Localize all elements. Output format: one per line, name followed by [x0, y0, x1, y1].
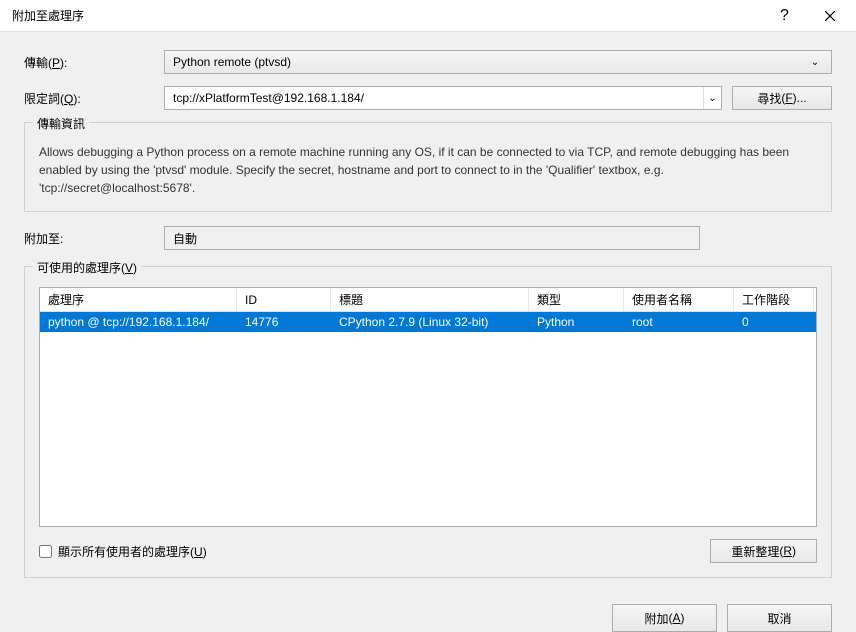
- transport-info-text: Allows debugging a Python process on a r…: [39, 143, 817, 197]
- transport-row: 傳輸(P): Python remote (ptvsd) ⌄: [24, 50, 832, 74]
- table-body: python @ tcp://192.168.1.184/ 14776 CPyt…: [40, 312, 816, 526]
- chevron-down-icon[interactable]: ⌄: [703, 87, 721, 109]
- close-button[interactable]: [807, 1, 852, 31]
- processes-group: 可使用的處理序(V) 處理序 ID 標題 類型 使用者名稱 工作階段 pytho…: [24, 266, 832, 578]
- col-header-type[interactable]: 類型: [529, 288, 624, 311]
- qualifier-label: 限定詞(Q):: [24, 90, 164, 107]
- attach-to-value: 自動: [164, 226, 700, 250]
- processes-bottom-row: 顯示所有使用者的處理序(U) 重新整理(R): [39, 539, 817, 563]
- cell-id: 14776: [237, 312, 331, 332]
- cell-process: python @ tcp://192.168.1.184/: [40, 312, 237, 332]
- qualifier-input[interactable]: [165, 87, 703, 109]
- help-button[interactable]: ?: [762, 1, 807, 31]
- dialog-content: 傳輸(P): Python remote (ptvsd) ⌄ 限定詞(Q): ⌄…: [0, 32, 856, 626]
- show-all-users-input[interactable]: [39, 545, 52, 558]
- window-title: 附加至處理序: [12, 7, 762, 24]
- col-header-id[interactable]: ID: [237, 288, 331, 311]
- show-all-users-checkbox[interactable]: 顯示所有使用者的處理序(U): [39, 543, 207, 560]
- transport-info-title: 傳輸資訊: [33, 115, 89, 132]
- attach-to-label: 附加至:: [24, 230, 164, 247]
- col-header-session[interactable]: 工作階段: [734, 288, 814, 311]
- transport-info-group: 傳輸資訊 Allows debugging a Python process o…: [24, 122, 832, 212]
- transport-label: 傳輸(P):: [24, 54, 164, 71]
- processes-title: 可使用的處理序(V): [33, 259, 141, 276]
- cancel-button[interactable]: 取消: [727, 604, 832, 632]
- table-row[interactable]: python @ tcp://192.168.1.184/ 14776 CPyt…: [40, 312, 816, 332]
- cell-type: Python: [529, 312, 624, 332]
- close-icon: [825, 11, 835, 21]
- col-header-title[interactable]: 標題: [331, 288, 529, 311]
- attach-to-row: 附加至: 自動: [24, 226, 832, 250]
- col-header-user[interactable]: 使用者名稱: [624, 288, 734, 311]
- titlebar: 附加至處理序 ?: [0, 0, 856, 32]
- chevron-down-icon: ⌄: [807, 57, 823, 68]
- refresh-button[interactable]: 重新整理(R): [710, 539, 817, 563]
- transport-dropdown[interactable]: Python remote (ptvsd) ⌄: [164, 50, 832, 74]
- qualifier-combobox[interactable]: ⌄: [164, 86, 722, 110]
- process-table[interactable]: 處理序 ID 標題 類型 使用者名稱 工作階段 python @ tcp://1…: [39, 287, 817, 527]
- col-header-process[interactable]: 處理序: [40, 288, 237, 311]
- find-button[interactable]: 尋找(F)...: [732, 86, 832, 110]
- table-header: 處理序 ID 標題 類型 使用者名稱 工作階段: [40, 288, 816, 312]
- cell-user: root: [624, 312, 734, 332]
- attach-button[interactable]: 附加(A): [612, 604, 717, 632]
- qualifier-row: 限定詞(Q): ⌄ 尋找(F)...: [24, 86, 832, 110]
- transport-value: Python remote (ptvsd): [173, 55, 807, 69]
- cell-title: CPython 2.7.9 (Linux 32-bit): [331, 312, 529, 332]
- cell-session: 0: [734, 312, 814, 332]
- dialog-buttons: 附加(A) 取消: [24, 592, 832, 632]
- show-all-users-label: 顯示所有使用者的處理序(U): [58, 543, 207, 560]
